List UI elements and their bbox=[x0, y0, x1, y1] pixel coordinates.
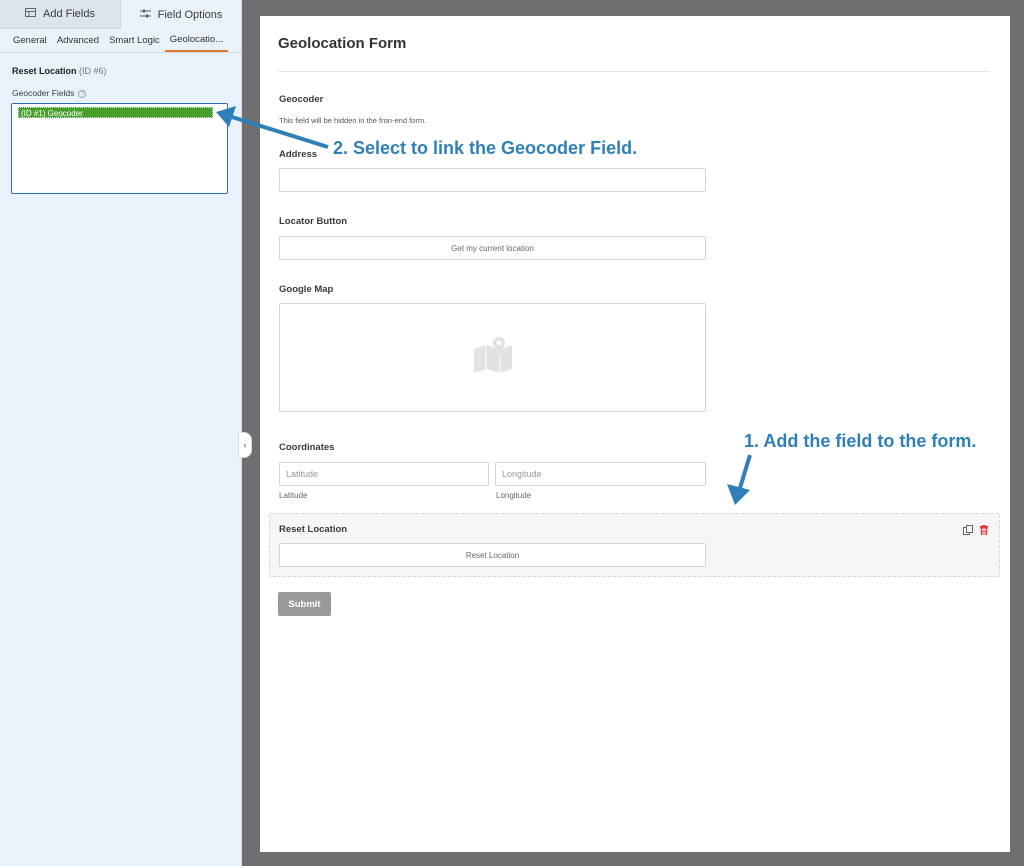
annotation-arrows bbox=[216, 106, 752, 505]
arrow-step-1 bbox=[727, 454, 752, 505]
arrow-step-2 bbox=[216, 106, 329, 149]
